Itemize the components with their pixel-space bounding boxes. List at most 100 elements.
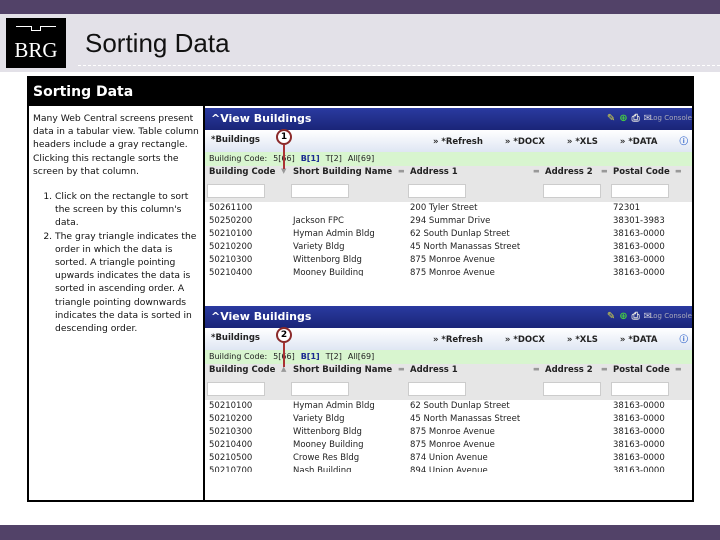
table-cell: Hyman Admin Bldg bbox=[293, 401, 375, 411]
filter-option[interactable]: T[2] bbox=[326, 154, 342, 163]
filter-label: Building Code: bbox=[209, 154, 268, 163]
sort-toggle[interactable]: ▬ bbox=[601, 167, 608, 175]
step-2: The gray triangle indicates the order in… bbox=[55, 230, 199, 336]
table-row[interactable]: 50210500 Crowe Res Bldg 874 Union Avenue 38… bbox=[205, 452, 692, 465]
table-cell: 894 Union Avenue bbox=[410, 466, 488, 472]
column-filter-input[interactable] bbox=[207, 382, 265, 396]
table-cell: 50210500 bbox=[209, 453, 253, 463]
action-0[interactable]: » *Refresh bbox=[433, 335, 483, 345]
table-cell: 50210200 bbox=[209, 414, 253, 424]
add-icon[interactable]: ⊕ bbox=[619, 311, 627, 322]
table-cell: Mooney Building bbox=[293, 440, 364, 450]
table-cell: 50210200 bbox=[209, 242, 253, 252]
sort-toggle[interactable]: ▬ bbox=[675, 167, 682, 175]
column-header[interactable]: Address 1 bbox=[410, 365, 458, 375]
log-console-link[interactable]: Log Console bbox=[649, 312, 692, 320]
column-filter-row bbox=[205, 180, 692, 202]
toolbar-icons: ✎ ⊕ ⎙ ✉ bbox=[603, 311, 652, 322]
table-cell: 874 Union Avenue bbox=[410, 453, 488, 463]
table-cell: 38301-3983 bbox=[613, 216, 665, 226]
table-cell: 38163-0000 bbox=[613, 242, 665, 252]
column-header[interactable]: Postal Code bbox=[613, 167, 670, 177]
column-header[interactable]: Building Code bbox=[209, 167, 275, 177]
table-cell: Nash Building bbox=[293, 466, 352, 472]
filter-option[interactable]: All[69] bbox=[348, 352, 374, 361]
filter-option[interactable]: T[2] bbox=[326, 352, 342, 361]
filter-option[interactable]: All[69] bbox=[348, 154, 374, 163]
action-links: » *Refresh » *DOCX » *XLS » *DATA ⓘ bbox=[411, 135, 688, 147]
table-cell: 38163-0000 bbox=[613, 268, 665, 276]
column-filter-input[interactable] bbox=[291, 382, 349, 396]
table-row[interactable]: 50210100 Hyman Admin Bldg 62 South Dunlap … bbox=[205, 228, 692, 241]
column-filter-input[interactable] bbox=[291, 184, 349, 198]
print-icon[interactable]: ⎙ bbox=[632, 113, 640, 124]
filter-option[interactable]: B[1] bbox=[301, 154, 320, 163]
column-filter-input[interactable] bbox=[543, 382, 601, 396]
table-cell: Crowe Res Bldg bbox=[293, 453, 360, 463]
column-header[interactable]: Building Code bbox=[209, 365, 275, 375]
sort-toggle[interactable]: ▬ bbox=[601, 365, 608, 373]
table-cell: 72301 bbox=[613, 203, 641, 213]
info-icon[interactable]: ⓘ bbox=[679, 137, 688, 147]
table-row[interactable]: 50261100 200 Tyler Street 72301 bbox=[205, 202, 692, 215]
action-links: » *Refresh » *DOCX » *XLS » *DATA ⓘ bbox=[411, 333, 688, 345]
intro-text: Many Web Central screens present data in… bbox=[33, 113, 199, 177]
table-row[interactable]: 50210300 Wittenborg Bldg 875 Monroe Avenue… bbox=[205, 254, 692, 267]
column-filter-input[interactable] bbox=[611, 382, 669, 396]
table-row[interactable]: 50210700 Nash Building 894 Union Avenue 381… bbox=[205, 465, 692, 472]
sort-toggle[interactable]: ▬ bbox=[398, 365, 405, 373]
column-filter-input[interactable] bbox=[408, 382, 466, 396]
column-header[interactable]: Address 2 bbox=[545, 167, 593, 177]
column-header-row: Building Code ▼ Short Building Name ▬ Addres… bbox=[205, 166, 692, 180]
column-filter-input[interactable] bbox=[611, 184, 669, 198]
edit-icon[interactable]: ✎ bbox=[607, 311, 615, 322]
column-filter-input[interactable] bbox=[543, 184, 601, 198]
table-cell: 50210400 bbox=[209, 440, 253, 450]
column-header[interactable]: Postal Code bbox=[613, 365, 670, 375]
table-row[interactable]: 50210100 Hyman Admin Bldg 62 South Dunlap … bbox=[205, 400, 692, 413]
table-row[interactable]: 50210200 Variety Bldg 45 North Manassas St… bbox=[205, 241, 692, 254]
steps-list: Click on the rectangle to sort the scree… bbox=[33, 190, 199, 335]
action-0[interactable]: » *Refresh bbox=[433, 137, 483, 147]
add-icon[interactable]: ⊕ bbox=[619, 113, 627, 124]
divider bbox=[78, 65, 720, 66]
sort-toggle[interactable]: ▬ bbox=[533, 167, 540, 175]
table-cell: Variety Bldg bbox=[293, 242, 345, 252]
table-row[interactable]: 50250200 Jackson FPC 294 Summar Drive 38301… bbox=[205, 215, 692, 228]
print-icon[interactable]: ⎙ bbox=[632, 311, 640, 322]
column-header[interactable]: Short Building Name bbox=[293, 365, 392, 375]
table-row[interactable]: 50210400 Mooney Building 875 Monroe Avenue… bbox=[205, 267, 692, 276]
table-cell: 38163-0000 bbox=[613, 466, 665, 472]
table-cell: Mooney Building bbox=[293, 268, 364, 276]
action-3[interactable]: » *DATA bbox=[620, 335, 658, 345]
column-filter-input[interactable] bbox=[207, 184, 265, 198]
sort-toggle[interactable]: ▬ bbox=[675, 365, 682, 373]
column-filter-input[interactable] bbox=[408, 184, 466, 198]
table-cell: Wittenborg Bldg bbox=[293, 427, 362, 437]
action-1[interactable]: » *DOCX bbox=[505, 137, 545, 147]
log-console-link[interactable]: Log Console bbox=[649, 114, 692, 122]
table-row[interactable]: 50210200 Variety Bldg 45 North Manassas St… bbox=[205, 413, 692, 426]
action-1[interactable]: » *DOCX bbox=[505, 335, 545, 345]
column-header[interactable]: Short Building Name bbox=[293, 167, 392, 177]
edit-icon[interactable]: ✎ bbox=[607, 113, 615, 124]
table-row[interactable]: 50210400 Mooney Building 875 Monroe Avenue… bbox=[205, 439, 692, 452]
action-3[interactable]: » *DATA bbox=[620, 137, 658, 147]
brg-logo: BRG bbox=[6, 18, 66, 68]
table-cell: 50210100 bbox=[209, 229, 253, 239]
panel-tab[interactable]: *Buildings bbox=[211, 135, 260, 145]
action-2[interactable]: » *XLS bbox=[567, 335, 598, 345]
instructions: Many Web Central screens present data in… bbox=[29, 106, 205, 500]
table-cell: 38163-0000 bbox=[613, 440, 665, 450]
table-cell: 38163-0000 bbox=[613, 401, 665, 411]
column-header[interactable]: Address 1 bbox=[410, 167, 458, 177]
action-2[interactable]: » *XLS bbox=[567, 137, 598, 147]
table-cell: 38163-0000 bbox=[613, 414, 665, 424]
sort-toggle[interactable]: ▬ bbox=[533, 365, 540, 373]
filter-option[interactable]: B[1] bbox=[301, 352, 320, 361]
column-header[interactable]: Address 2 bbox=[545, 365, 593, 375]
panel-tab[interactable]: *Buildings bbox=[211, 333, 260, 343]
table-row[interactable]: 50210300 Wittenborg Bldg 875 Monroe Avenue… bbox=[205, 426, 692, 439]
info-icon[interactable]: ⓘ bbox=[679, 335, 688, 345]
sort-toggle[interactable]: ▬ bbox=[398, 167, 405, 175]
